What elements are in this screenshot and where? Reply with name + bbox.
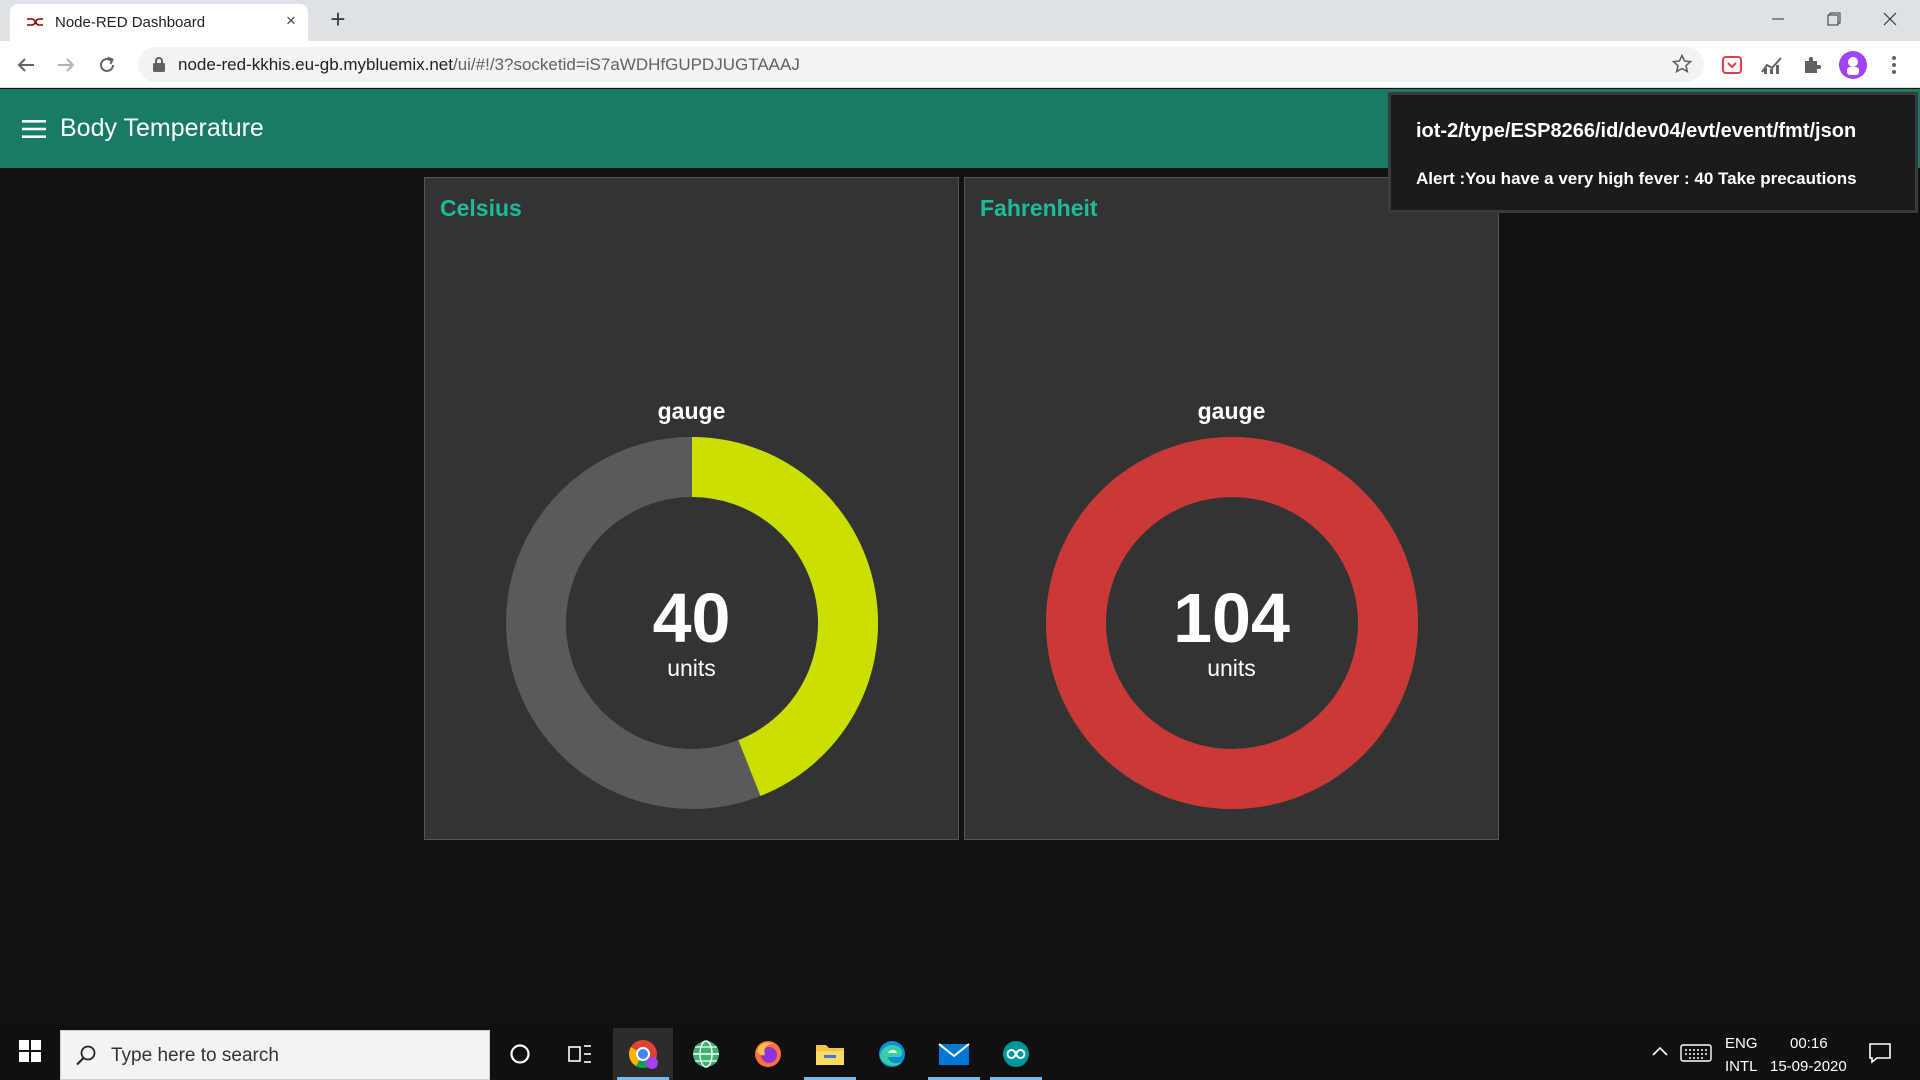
chevron-up-icon[interactable] — [1652, 1046, 1668, 1056]
profile-icon — [1847, 57, 1859, 75]
language-variant[interactable]: INTL — [1725, 1058, 1758, 1075]
taskbar-app-globe[interactable] — [676, 1028, 736, 1080]
url-path: /ui/#!/3?socketid=iS7aWDHfGUPDJUGTAAAJ — [452, 55, 800, 74]
card-title: Fahrenheit — [980, 195, 1098, 221]
toast-message: Alert :You have a very high fever : 40 T… — [1416, 169, 1857, 188]
taskbar-arduino[interactable] — [986, 1028, 1046, 1080]
arrow-left-icon — [17, 58, 34, 72]
taskbar-mail[interactable] — [924, 1028, 984, 1080]
globe-app-icon — [693, 1040, 719, 1068]
chrome-icon — [629, 1040, 658, 1069]
taskbar-search-box[interactable]: Type here to search — [60, 1030, 490, 1080]
close-window-button[interactable] — [1862, 0, 1918, 38]
close-icon — [1883, 12, 1897, 26]
gauge-label: gauge — [1197, 398, 1266, 424]
url-host: node-red-kkhis.eu-gb.mybluemix.net — [178, 55, 453, 74]
browser-menu-button[interactable] — [1884, 53, 1904, 77]
tab-close-icon[interactable]: × — [280, 10, 302, 32]
reload-button[interactable] — [91, 49, 123, 81]
gauge-units: units — [1207, 655, 1256, 681]
keyboard-icon[interactable] — [1680, 1044, 1712, 1062]
chart-extension-icon[interactable] — [1760, 53, 1784, 77]
browser-toolbar: node-red-kkhis.eu-gb.mybluemix.net/ui/#!… — [0, 41, 1920, 88]
cortana-button[interactable] — [490, 1028, 550, 1080]
windows-logo-icon — [19, 1040, 41, 1062]
taskbar-chrome[interactable] — [613, 1028, 673, 1080]
clock-date[interactable]: 15-09-2020 — [1770, 1058, 1847, 1075]
more-vert-icon — [1892, 56, 1896, 74]
restore-window-button[interactable] — [1806, 0, 1862, 38]
node-red-logo-icon — [27, 18, 43, 26]
start-button[interactable] — [10, 1036, 50, 1066]
extensions-puzzle-icon[interactable] — [1800, 53, 1824, 77]
celsius-card: Celsius gauge 40 units — [424, 177, 959, 840]
url-text: node-red-kkhis.eu-gb.mybluemix.net/ui/#!… — [178, 55, 800, 75]
arrow-right-icon — [58, 58, 75, 72]
fahrenheit-card: Fahrenheit gauge 104 units — [964, 177, 1499, 840]
language-indicator[interactable]: ENG — [1725, 1035, 1758, 1052]
edge-icon — [879, 1041, 905, 1067]
gauge-label: gauge — [657, 398, 726, 424]
browser-tab[interactable]: Node-RED Dashboard × — [10, 4, 308, 41]
bookmark-star-icon[interactable] — [1672, 54, 1692, 74]
forward-button[interactable] — [50, 49, 82, 81]
folder-icon — [816, 1045, 844, 1065]
back-button[interactable] — [10, 49, 42, 81]
taskbar-firefox[interactable] — [738, 1028, 798, 1080]
cortana-icon — [510, 1044, 530, 1064]
lock-icon — [153, 57, 165, 72]
mail-icon — [938, 1043, 970, 1065]
alert-toast[interactable]: iot-2/type/ESP8266/id/dev04/evt/event/fm… — [1388, 92, 1918, 213]
hamburger-menu-icon[interactable] — [22, 119, 46, 139]
restore-icon — [1827, 12, 1841, 26]
gauge-value: 40 — [652, 579, 731, 657]
pocket-extension-icon[interactable] — [1720, 53, 1744, 77]
firefox-icon — [755, 1041, 781, 1067]
page-title: Body Temperature — [60, 114, 264, 142]
reload-icon — [100, 56, 114, 72]
arduino-icon — [1003, 1041, 1029, 1067]
tab-title: Node-RED Dashboard — [55, 14, 206, 31]
gauge-units: units — [667, 655, 716, 681]
new-tab-button[interactable]: + — [324, 6, 352, 34]
notifications-icon[interactable] — [1868, 1042, 1892, 1064]
card-title: Celsius — [440, 195, 522, 221]
task-view-button[interactable] — [550, 1028, 610, 1080]
browser-tab-strip: Node-RED Dashboard × + — [0, 0, 1920, 41]
address-bar[interactable]: node-red-kkhis.eu-gb.mybluemix.net/ui/#!… — [138, 47, 1704, 82]
profile-avatar[interactable] — [1839, 51, 1867, 79]
clock-time[interactable]: 00:16 — [1790, 1035, 1828, 1052]
gauge-value: 104 — [1173, 579, 1290, 657]
taskbar-file-explorer[interactable] — [800, 1028, 860, 1080]
search-icon — [76, 1045, 96, 1066]
toast-topic: iot-2/type/ESP8266/id/dev04/evt/event/fm… — [1416, 120, 1857, 142]
taskbar-edge[interactable] — [862, 1028, 922, 1080]
search-placeholder: Type here to search — [111, 1045, 279, 1066]
windows-taskbar: Type here to search ENG INTL 00:16 15-09… — [0, 1022, 1920, 1080]
minimize-window-button[interactable] — [1750, 0, 1806, 38]
minimize-icon — [1772, 18, 1784, 20]
dashboard-content — [0, 168, 1920, 1021]
task-view-icon — [568, 1045, 591, 1063]
